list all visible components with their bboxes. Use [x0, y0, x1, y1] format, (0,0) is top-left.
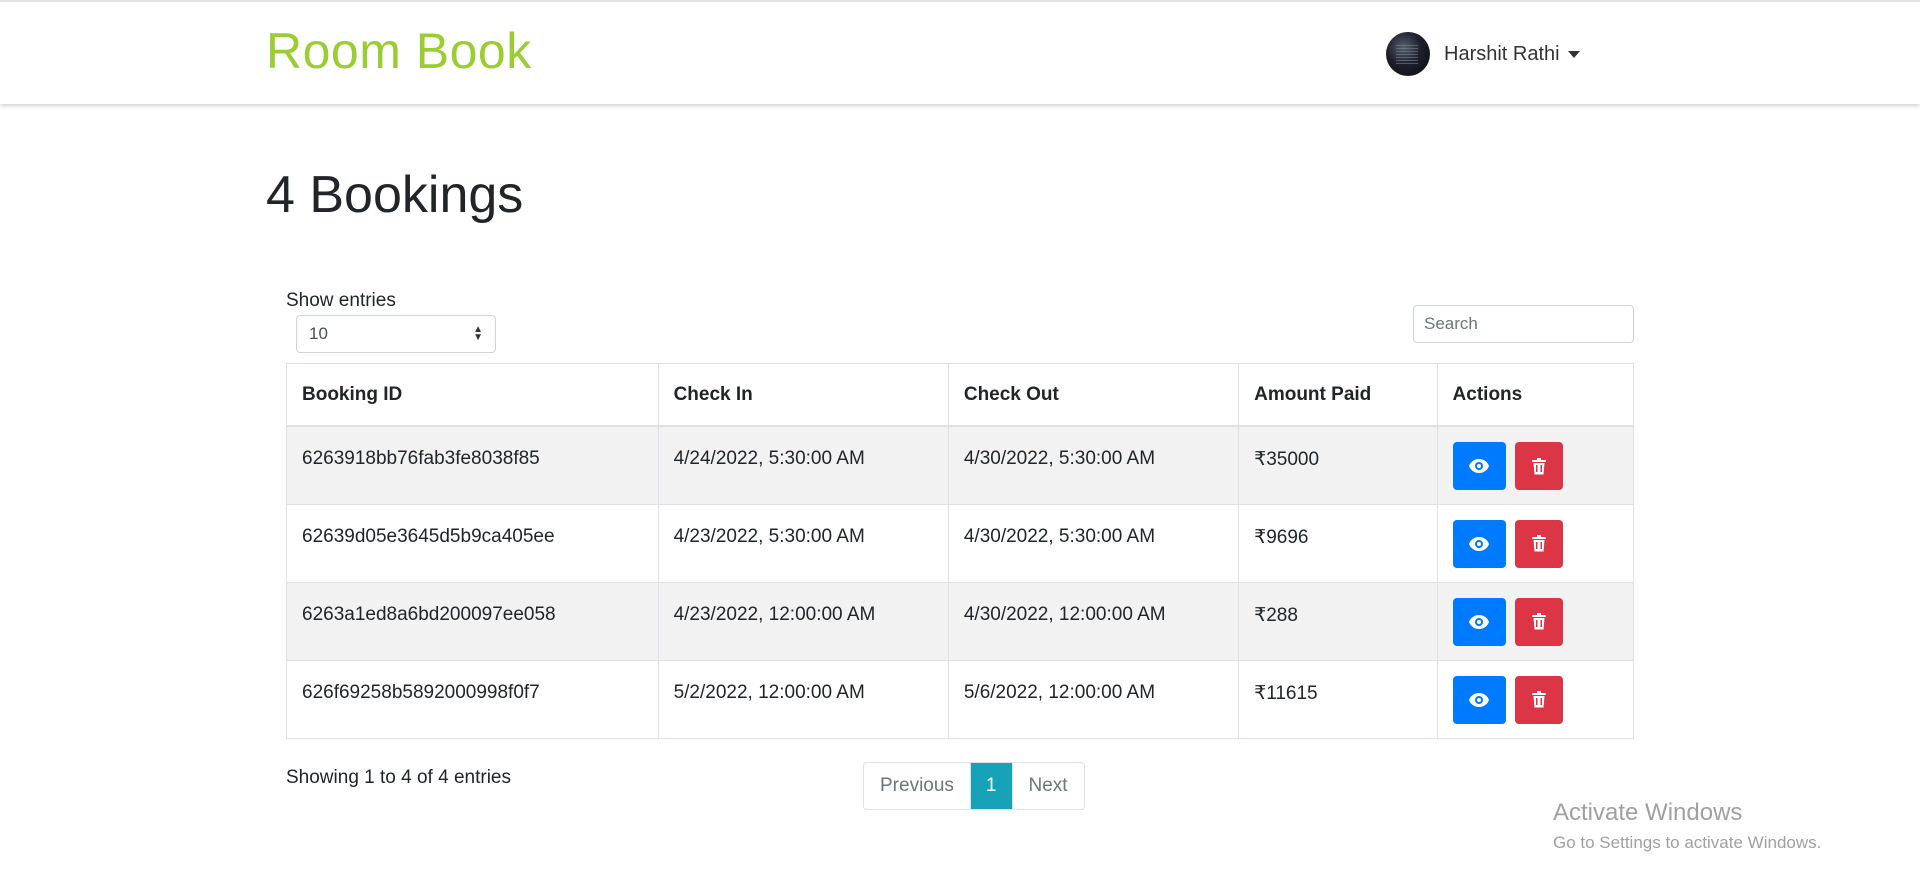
- delete-booking-button[interactable]: [1514, 519, 1563, 568]
- navbar: Room Book Harshit Rathi: [0, 0, 1920, 104]
- booking-id: 6263a1ed8a6bd200097ee058: [286, 581, 659, 661]
- search-input[interactable]: [1413, 305, 1634, 343]
- select-arrows-icon: ▲ ▼: [473, 324, 483, 343]
- row-actions: [1436, 659, 1635, 739]
- amount-paid: ₹288: [1238, 581, 1438, 661]
- activate-windows-watermark: Activate Windows Go to Settings to activ…: [1553, 799, 1821, 853]
- header-amount-paid[interactable]: Amount Paid: [1238, 363, 1438, 427]
- table-info: Showing 1 to 4 of 4 entries: [286, 767, 511, 788]
- booking-id: 6263918bb76fab3fe8038f85: [286, 425, 659, 505]
- view-booking-button[interactable]: [1452, 675, 1506, 724]
- amount-paid: ₹9696: [1238, 503, 1438, 583]
- check-in: 4/24/2022, 5:30:00 AM: [657, 425, 949, 505]
- check-out: 4/30/2022, 5:30:00 AM: [947, 425, 1240, 505]
- delete-booking-button[interactable]: [1514, 597, 1563, 646]
- table-row: 62639d05e3645d5b9ca405ee 4/23/2022, 5:30…: [286, 503, 1635, 583]
- header-actions: Actions: [1436, 363, 1635, 427]
- header-check-out[interactable]: Check Out: [947, 363, 1240, 427]
- show-entries-label: Show entries: [286, 290, 396, 311]
- previous-page-button[interactable]: Previous: [864, 763, 970, 809]
- check-in: 4/23/2022, 5:30:00 AM: [657, 503, 949, 583]
- check-in: 4/23/2022, 12:00:00 AM: [657, 581, 949, 661]
- user-name: Harshit Rathi: [1444, 42, 1560, 65]
- user-menu[interactable]: Harshit Rathi: [1386, 30, 1580, 78]
- entries-per-page-select[interactable]: 10 ▲ ▼: [296, 315, 496, 353]
- row-actions: [1436, 581, 1635, 661]
- table-row: 626f69258b5892000998f0f7 5/2/2022, 12:00…: [286, 659, 1635, 739]
- bookings-table: Booking ID Check In Check Out Amount Pai…: [286, 363, 1635, 739]
- caret-down-icon: [1567, 50, 1580, 58]
- eye-icon: [1469, 692, 1490, 707]
- table-row: 6263a1ed8a6bd200097ee058 4/23/2022, 12:0…: [286, 581, 1635, 661]
- delete-booking-button[interactable]: [1514, 675, 1563, 724]
- view-booking-button[interactable]: [1452, 442, 1506, 490]
- row-actions: [1436, 425, 1635, 505]
- brand-logo[interactable]: Room Book: [266, 22, 532, 80]
- check-out: 4/30/2022, 5:30:00 AM: [947, 503, 1240, 583]
- page-title: 4 Bookings: [266, 166, 524, 224]
- row-actions: [1436, 503, 1635, 583]
- pagination: Previous 1 Next: [863, 762, 1085, 810]
- entries-per-page-value: 10: [309, 324, 328, 343]
- trash-icon: [1531, 457, 1546, 474]
- trash-icon: [1531, 613, 1546, 630]
- page-1-button[interactable]: 1: [969, 763, 1012, 809]
- amount-paid: ₹11615: [1238, 659, 1438, 739]
- header-check-in[interactable]: Check In: [657, 363, 949, 427]
- check-out: 5/6/2022, 12:00:00 AM: [947, 659, 1240, 739]
- eye-icon: [1469, 536, 1490, 551]
- eye-icon: [1469, 614, 1490, 629]
- view-booking-button[interactable]: [1452, 597, 1506, 646]
- header-booking-id[interactable]: Booking ID: [286, 363, 659, 427]
- table-row: 6263918bb76fab3fe8038f85 4/24/2022, 5:30…: [286, 425, 1635, 505]
- table-header-row: Booking ID Check In Check Out Amount Pai…: [286, 363, 1635, 427]
- delete-booking-button[interactable]: [1514, 442, 1563, 490]
- trash-icon: [1531, 691, 1546, 708]
- amount-paid: ₹35000: [1238, 425, 1438, 505]
- trash-icon: [1531, 535, 1546, 552]
- check-in: 5/2/2022, 12:00:00 AM: [657, 659, 949, 739]
- avatar: [1386, 32, 1430, 76]
- next-page-button[interactable]: Next: [1011, 763, 1084, 809]
- watermark-title: Activate Windows: [1553, 799, 1743, 826]
- eye-icon: [1469, 459, 1490, 473]
- watermark-subtitle: Go to Settings to activate Windows.: [1553, 833, 1822, 852]
- booking-id: 62639d05e3645d5b9ca405ee: [286, 503, 659, 583]
- view-booking-button[interactable]: [1452, 519, 1506, 568]
- booking-id: 626f69258b5892000998f0f7: [286, 659, 659, 739]
- check-out: 4/30/2022, 12:00:00 AM: [947, 581, 1240, 661]
